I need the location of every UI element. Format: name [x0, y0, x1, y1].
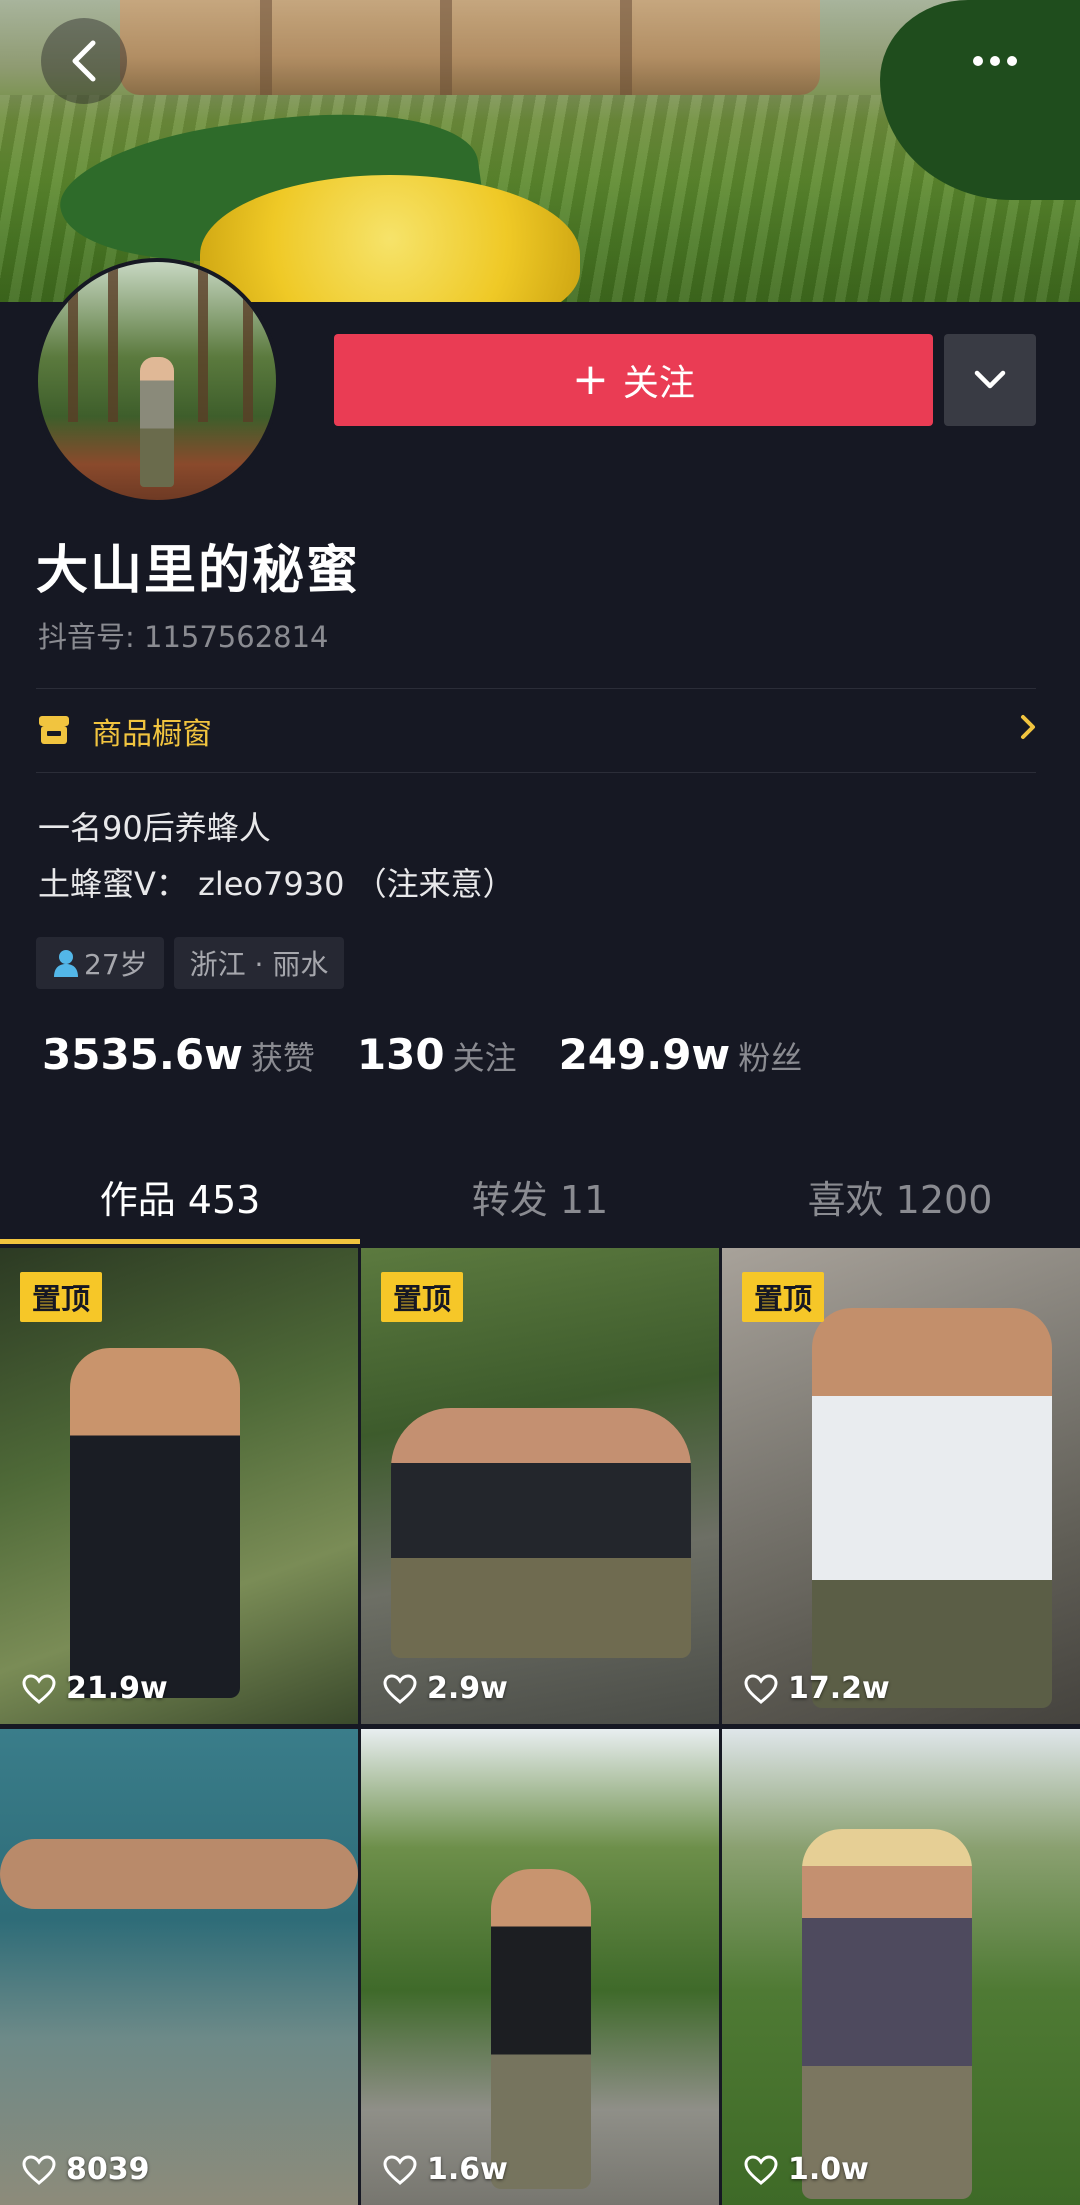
- pinned-badge: 置顶: [20, 1272, 103, 1322]
- video-likes: 1.0w: [744, 2152, 869, 2187]
- age-tag: 27岁: [36, 937, 164, 989]
- plus-icon: +: [572, 354, 609, 405]
- followers-stat[interactable]: 249.9w 粉丝: [559, 1030, 803, 1079]
- follow-button[interactable]: + 关注: [334, 334, 933, 426]
- heart-icon: [744, 1673, 778, 1704]
- video-likes: 17.2w: [744, 1671, 890, 1706]
- likes-label: 获赞: [250, 1039, 315, 1077]
- shop-window-label: 商品橱窗: [92, 717, 212, 752]
- location-tag: 浙江 · 丽水: [173, 937, 345, 989]
- tab-reposts[interactable]: 转发 11: [360, 1148, 720, 1244]
- video-likes-count: 1.6w: [427, 2152, 508, 2187]
- following-stat[interactable]: 130 关注: [357, 1030, 517, 1079]
- following-value: 130: [356, 1030, 445, 1079]
- heart-icon: [22, 2154, 56, 2185]
- location-tag-label: 浙江 · 丽水: [189, 948, 329, 981]
- tab-likes[interactable]: 喜欢 1200: [720, 1148, 1080, 1244]
- video-likes: 1.6w: [383, 2152, 508, 2187]
- back-button[interactable]: [41, 18, 127, 104]
- video-grid: 置顶 21.9w 置顶 2.9w 置顶 17.2w 8039 1.6w 1.0w: [0, 1248, 1080, 2205]
- cover-image: [0, 0, 1080, 302]
- video-likes: 21.9w: [22, 1671, 168, 1706]
- recommend-dropdown-button[interactable]: [944, 334, 1036, 426]
- video-tile[interactable]: 置顶 2.9w: [361, 1248, 719, 1724]
- more-horizontal-icon: [973, 56, 1017, 66]
- video-likes-count: 17.2w: [788, 1671, 890, 1706]
- video-tile[interactable]: 1.0w: [722, 1729, 1080, 2205]
- person-icon: [54, 950, 78, 977]
- video-likes: 8039: [22, 2152, 150, 2187]
- profile-tags: 27岁 浙江 · 丽水: [36, 937, 345, 989]
- pinned-badge: 置顶: [742, 1272, 825, 1322]
- age-tag-label: 27岁: [84, 948, 148, 981]
- more-button[interactable]: [952, 18, 1038, 104]
- tab-works[interactable]: 作品 453: [0, 1148, 360, 1244]
- following-label: 关注: [452, 1039, 517, 1077]
- video-likes-count: 21.9w: [66, 1671, 168, 1706]
- video-likes-count: 2.9w: [427, 1671, 508, 1706]
- heart-icon: [383, 2154, 417, 2185]
- cover-houses: [120, 0, 820, 95]
- follow-label: 关注: [622, 363, 695, 404]
- likes-value: 3535.6w: [42, 1030, 243, 1079]
- content-tabs: 作品 453 转发 11 喜欢 1200: [0, 1148, 1080, 1244]
- followers-value: 249.9w: [558, 1030, 731, 1079]
- avatar[interactable]: [34, 258, 280, 504]
- video-likes-count: 1.0w: [788, 2152, 869, 2187]
- video-likes-count: 8039: [66, 2152, 150, 2187]
- video-tile[interactable]: 8039: [0, 1729, 358, 2205]
- video-likes: 2.9w: [383, 1671, 508, 1706]
- heart-icon: [383, 1673, 417, 1704]
- divider: [36, 772, 1036, 773]
- active-tab-indicator: [0, 1239, 360, 1244]
- pinned-badge: 置顶: [381, 1272, 464, 1322]
- bio-line: 土蜂蜜V： zleo7930 （注来意）: [38, 865, 515, 903]
- heart-icon: [22, 1673, 56, 1704]
- heart-icon: [744, 2154, 778, 2185]
- profile-stats: 3535.6w 获赞 130 关注 249.9w 粉丝: [42, 1030, 844, 1079]
- divider: [36, 688, 1036, 689]
- video-tile[interactable]: 置顶 21.9w: [0, 1248, 358, 1724]
- bio-line: 一名90后养蜂人: [38, 809, 271, 847]
- bio: 一名90后养蜂人 土蜂蜜V： zleo7930 （注来意）: [38, 800, 515, 912]
- chevron-left-icon: [72, 40, 96, 82]
- chevron-right-icon: [1021, 715, 1035, 739]
- followers-label: 粉丝: [738, 1039, 803, 1077]
- video-tile[interactable]: 置顶 17.2w: [722, 1248, 1080, 1724]
- likes-stat: 3535.6w 获赞: [42, 1030, 315, 1079]
- chevron-down-icon: [974, 370, 1006, 389]
- douyin-id: 抖音号: 1157562814: [38, 620, 329, 654]
- video-tile[interactable]: 1.6w: [361, 1729, 719, 2205]
- shop-window-row[interactable]: 商品橱窗: [36, 690, 1036, 772]
- shop-icon: [39, 716, 69, 744]
- profile-name: 大山里的秘蜜: [36, 541, 361, 601]
